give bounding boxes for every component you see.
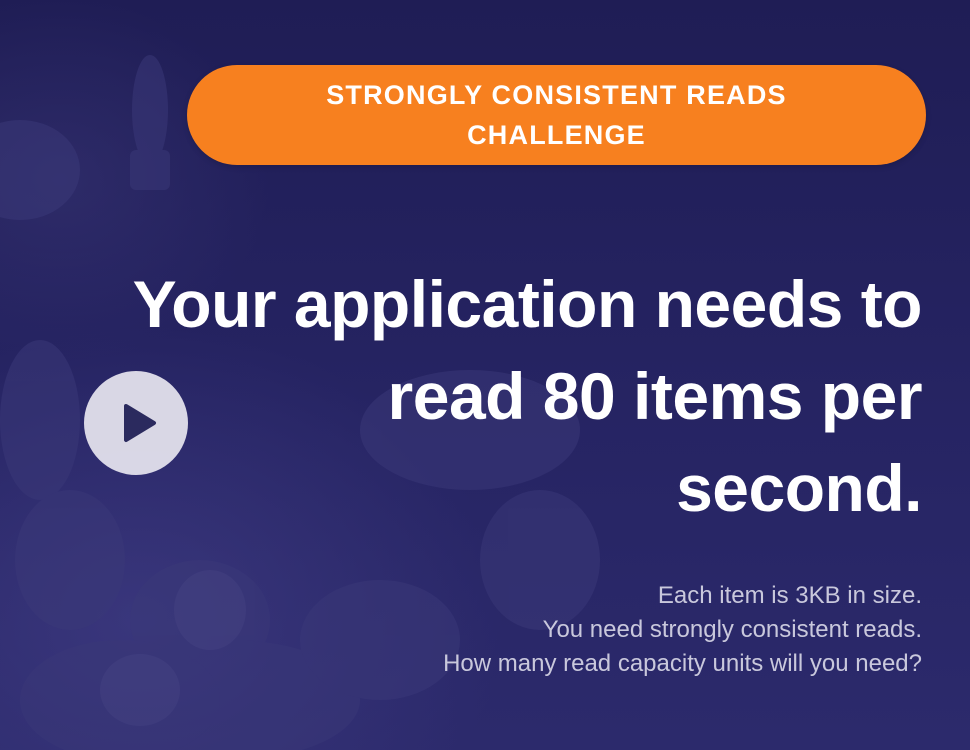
headline-line-2: read 80 items per [387, 359, 923, 433]
play-button[interactable] [84, 371, 188, 475]
headline-line-3: second. [676, 451, 922, 525]
details-line-1: Each item is 3KB in size. [657, 582, 922, 609]
play-icon [124, 404, 156, 442]
challenge-slide: STRONGLY CONSISTENT READS CHALLENGE Your… [0, 0, 970, 750]
details-line-2: You need strongly consistent reads. [542, 616, 922, 643]
banner-title-line-2: CHALLENGE [467, 120, 646, 150]
question-headline: Your application needs to read 80 items … [132, 258, 923, 534]
banner-title-line-1: STRONGLY CONSISTENT READS [326, 80, 787, 110]
question-details: Each item is 3KB in size. You need stron… [443, 579, 922, 681]
details-line-3: How many read capacity units will you ne… [443, 650, 922, 677]
challenge-banner: STRONGLY CONSISTENT READS CHALLENGE [187, 65, 926, 165]
headline-line-1: Your application needs to [132, 267, 923, 341]
